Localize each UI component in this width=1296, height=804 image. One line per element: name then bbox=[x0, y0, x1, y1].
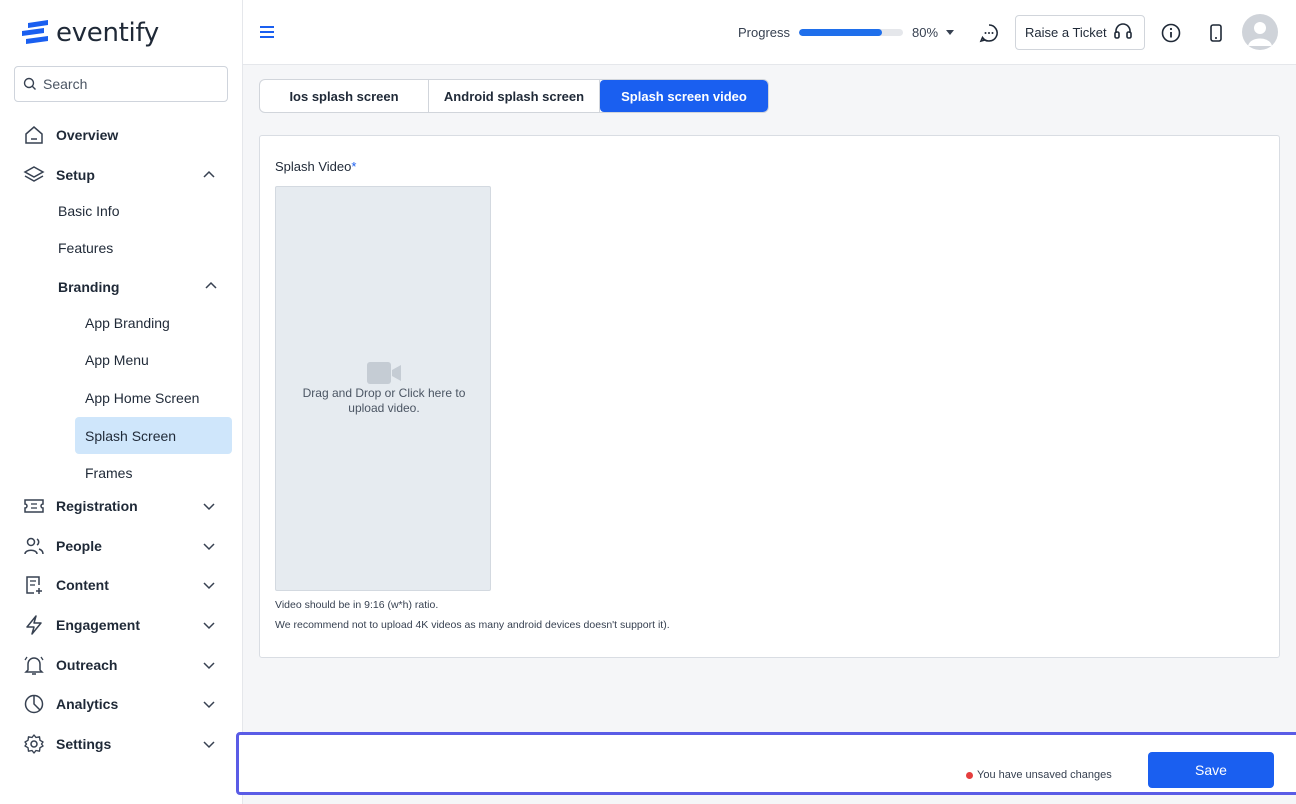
sidebar-item-analytics[interactable]: Analytics bbox=[0, 686, 243, 722]
tab-splash-screen-video[interactable]: Splash screen video bbox=[600, 80, 768, 112]
logo[interactable]: eventify bbox=[22, 18, 159, 48]
chevron-up-icon[interactable] bbox=[203, 278, 219, 294]
tab-android-splash-screen[interactable]: Android splash screen bbox=[429, 80, 600, 112]
sidebar-item-label: Branding bbox=[58, 279, 120, 295]
chat-icon[interactable] bbox=[978, 22, 1000, 44]
sidebar-item-app-menu[interactable]: App Menu bbox=[75, 341, 232, 378]
unsaved-dot-icon bbox=[966, 771, 973, 779]
sidebar-item-app-home-screen[interactable]: App Home Screen bbox=[75, 379, 232, 416]
raise-ticket-label: Raise a Ticket bbox=[1025, 25, 1107, 40]
sidebar-item-settings[interactable]: Settings bbox=[0, 726, 243, 762]
sidebar-item-frames[interactable]: Frames bbox=[75, 454, 232, 491]
sidebar-item-label: Settings bbox=[56, 736, 112, 752]
top-header: Progress 80% Raise a Ticket bbox=[243, 0, 1296, 65]
progress-bar bbox=[799, 29, 903, 36]
avatar[interactable] bbox=[1242, 14, 1278, 50]
sidebar-item-features[interactable]: Features bbox=[58, 240, 113, 256]
chevron-up-icon[interactable] bbox=[201, 167, 217, 183]
sidebar-item-label: Setup bbox=[56, 167, 95, 183]
sidebar-item-registration[interactable]: Registration bbox=[0, 488, 243, 524]
splash-video-label: Splash Video* bbox=[275, 159, 356, 174]
sidebar-item-splash-screen[interactable]: Splash Screen bbox=[75, 417, 232, 454]
menu-icon[interactable] bbox=[259, 24, 275, 40]
document-add-icon bbox=[23, 574, 45, 596]
splash-video-label-text: Splash Video bbox=[275, 159, 352, 174]
chevron-down-icon[interactable] bbox=[201, 657, 217, 673]
upload-instructions: Drag and Drop or Click here to upload vi… bbox=[302, 386, 466, 415]
progress-label: Progress bbox=[738, 25, 791, 40]
people-icon bbox=[23, 535, 45, 557]
video-camera-icon bbox=[367, 362, 401, 389]
unsaved-changes-text: You have unsaved changes bbox=[977, 769, 1112, 781]
chevron-down-icon[interactable] bbox=[201, 498, 217, 514]
logo-text: eventify bbox=[56, 18, 159, 48]
info-icon[interactable] bbox=[1160, 22, 1182, 44]
search-input[interactable] bbox=[43, 76, 213, 92]
sidebar-item-people[interactable]: People bbox=[0, 528, 243, 564]
eventify-logo-icon bbox=[22, 20, 48, 44]
sidebar-item-label: Overview bbox=[56, 127, 119, 143]
sidebar: eventify Overview Setup Basic Info Featu… bbox=[0, 0, 243, 804]
video-upload-dropzone[interactable]: Drag and Drop or Click here to upload vi… bbox=[275, 186, 491, 591]
required-asterisk: * bbox=[351, 159, 357, 174]
4k-warning-hint: We recommend not to upload 4K videos as … bbox=[275, 619, 670, 631]
home-icon bbox=[23, 124, 45, 146]
pie-chart-icon bbox=[23, 693, 45, 715]
sidebar-item-content[interactable]: Content bbox=[0, 567, 243, 603]
sidebar-item-setup[interactable]: Setup bbox=[0, 157, 243, 193]
tab-ios-splash-screen[interactable]: Ios splash screen bbox=[260, 80, 429, 112]
layers-icon bbox=[23, 164, 45, 186]
chevron-down-icon[interactable] bbox=[201, 696, 217, 712]
progress-percent: 80% bbox=[912, 25, 939, 40]
chevron-down-icon[interactable] bbox=[201, 736, 217, 752]
save-bar: You have unsaved changes Save bbox=[236, 732, 1296, 795]
sidebar-item-label: Outreach bbox=[56, 657, 118, 673]
progress-bar-fill bbox=[799, 29, 883, 36]
chevron-down-icon[interactable] bbox=[201, 617, 217, 633]
lightning-icon bbox=[23, 614, 45, 636]
sidebar-item-basic-info[interactable]: Basic Info bbox=[58, 203, 119, 219]
ticket-icon bbox=[23, 495, 45, 517]
sidebar-item-overview[interactable]: Overview bbox=[0, 117, 243, 153]
splash-tabs: Ios splash screen Android splash screen … bbox=[259, 79, 769, 113]
splash-video-card: Splash Video* Drag and Drop or Click her… bbox=[259, 135, 1280, 658]
sidebar-item-app-branding[interactable]: App Branding bbox=[75, 304, 232, 341]
bell-icon bbox=[23, 654, 45, 676]
sidebar-item-label: Analytics bbox=[56, 696, 119, 712]
raise-ticket-button[interactable]: Raise a Ticket bbox=[1015, 15, 1145, 50]
search-icon bbox=[23, 77, 36, 90]
search-box[interactable] bbox=[14, 66, 228, 102]
ratio-hint: Video should be in 9:16 (w*h) ratio. bbox=[275, 599, 439, 611]
headset-icon bbox=[1113, 21, 1133, 44]
user-icon bbox=[1248, 22, 1272, 46]
mobile-device-icon[interactable] bbox=[1205, 22, 1227, 44]
sidebar-item-label: Registration bbox=[56, 498, 138, 514]
sidebar-item-outreach[interactable]: Outreach bbox=[0, 647, 243, 683]
sidebar-item-label: Engagement bbox=[56, 617, 141, 633]
sidebar-item-label: People bbox=[56, 538, 102, 554]
gear-icon bbox=[23, 733, 45, 755]
chevron-down-icon[interactable] bbox=[201, 577, 217, 593]
sidebar-item-branding[interactable]: Branding bbox=[0, 268, 243, 304]
save-button[interactable]: Save bbox=[1148, 752, 1274, 788]
unsaved-changes-indicator: You have unsaved changes bbox=[966, 769, 1112, 781]
progress-dropdown-caret-icon[interactable] bbox=[946, 30, 954, 35]
sidebar-item-engagement[interactable]: Engagement bbox=[0, 607, 243, 643]
chevron-down-icon[interactable] bbox=[201, 538, 217, 554]
sidebar-item-label: Content bbox=[56, 577, 109, 593]
